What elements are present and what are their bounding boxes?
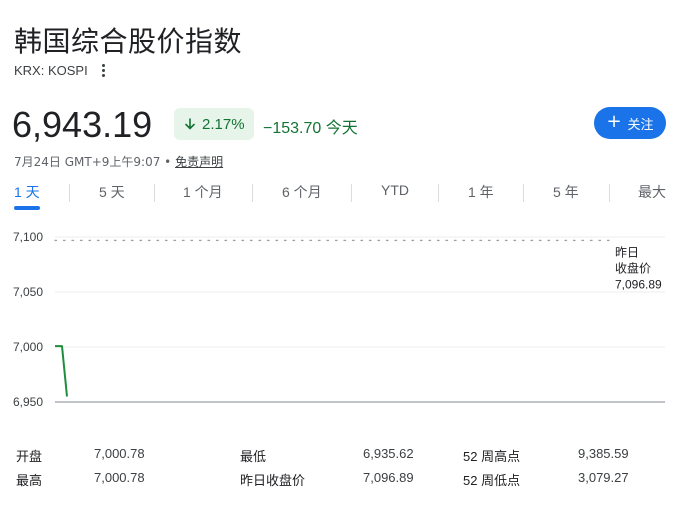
y-tick-label: 7,100 xyxy=(13,230,43,244)
price-series xyxy=(55,345,68,397)
arrow-down-icon xyxy=(185,118,195,130)
tab-divider xyxy=(252,184,253,202)
active-tab-indicator xyxy=(14,206,40,210)
quote-timestamp: 7月24日 GMT+9上午9:07 xyxy=(14,155,161,169)
previous-close-marker: 昨日收盘价 7,096.89 xyxy=(54,239,662,291)
stat-52w-low-label: 52 周低点 xyxy=(463,473,521,488)
stat-high-value: 7,000.78 xyxy=(94,470,145,485)
disclaimer-link[interactable]: 免责声明 xyxy=(175,155,223,169)
chart-grid xyxy=(55,236,665,403)
stat-open-value: 7,000.78 xyxy=(94,446,145,461)
previous-close-label: 收盘价 xyxy=(615,260,651,275)
change-absolute: −153.70 今天 xyxy=(263,120,358,137)
tab-1d[interactable]: 1 天 xyxy=(14,182,40,208)
previous-close-label: 7,096.89 xyxy=(615,277,662,291)
tab-1y[interactable]: 1 年 xyxy=(468,182,494,208)
page-title: 韩国综合股价指数 xyxy=(14,25,243,58)
y-tick-label: 7,050 xyxy=(13,285,43,299)
stat-52w-low-value: 3,079.27 xyxy=(578,470,629,485)
stat-low-value: 6,935.62 xyxy=(363,446,414,461)
follow-button[interactable]: + 关注 xyxy=(594,107,666,139)
tab-ytd[interactable]: YTD xyxy=(381,182,409,208)
tab-divider xyxy=(438,184,439,202)
tab-5d[interactable]: 5 天 xyxy=(99,182,125,208)
more-vert-icon xyxy=(101,64,105,67)
stat-52w-high-value: 9,385.59 xyxy=(578,446,629,461)
tab-divider xyxy=(609,184,610,202)
more-options-button[interactable] xyxy=(98,62,109,79)
tab-divider xyxy=(69,184,70,202)
tab-1m[interactable]: 1 个月 xyxy=(183,182,223,208)
stat-open-label: 开盘 xyxy=(16,449,43,464)
tab-divider xyxy=(523,184,524,202)
ticker-row: KRX: KOSPI xyxy=(14,62,109,79)
y-tick-label: 6,950 xyxy=(13,395,43,409)
stat-high-label: 最高 xyxy=(16,473,43,488)
change-percent: 2.17% xyxy=(202,115,245,133)
tab-6m[interactable]: 6 个月 xyxy=(282,182,322,208)
tab-max[interactable]: 最大 xyxy=(638,182,666,208)
range-tabs: 1 天 5 天 1 个月 6 个月 YTD 1 年 5 年 最大 xyxy=(0,182,688,212)
stat-prev-close-value: 7,096.89 xyxy=(363,470,414,485)
y-axis-ticks: 7,100 7,050 7,000 6,950 xyxy=(13,230,43,409)
previous-close-label: 昨日 xyxy=(615,245,639,259)
tab-divider xyxy=(154,184,155,202)
follow-label: 关注 xyxy=(627,117,654,133)
price-chart[interactable]: 7,100 7,050 7,000 6,950 昨日收盘价 7,096.89 xyxy=(0,220,688,420)
stat-52w-high-label: 52 周高点 xyxy=(463,449,521,464)
tab-5y[interactable]: 5 年 xyxy=(553,182,579,208)
stat-prev-close-label: 昨日收盘价 xyxy=(240,473,306,488)
quote-meta: 7月24日 GMT+9上午9:07 • 免责声明 xyxy=(14,153,223,170)
tab-divider xyxy=(351,184,352,202)
price-line xyxy=(55,345,68,397)
plus-icon: + xyxy=(606,111,622,132)
stat-low-label: 最低 xyxy=(240,449,267,464)
meta-separator: • xyxy=(164,155,172,169)
ticker-symbol: KRX: KOSPI xyxy=(14,63,88,78)
change-percent-badge: 2.17% xyxy=(174,108,254,140)
current-price: 6,943.19 xyxy=(12,104,153,145)
y-tick-label: 7,000 xyxy=(13,340,43,354)
